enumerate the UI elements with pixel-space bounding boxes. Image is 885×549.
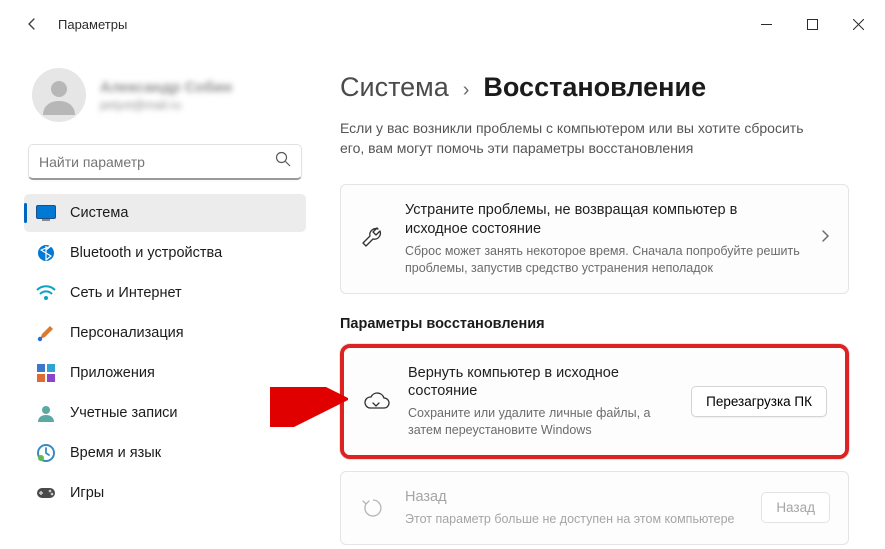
profile-email: petyot@mail.ru	[100, 98, 232, 112]
bluetooth-icon	[36, 243, 56, 263]
card-title: Устраните проблемы, не возвращая компьют…	[405, 201, 802, 239]
go-back-card: Назад Этот параметр больше не доступен н…	[340, 471, 849, 545]
person-icon	[36, 403, 56, 423]
sidebar-item-label: Bluetooth и устройства	[70, 245, 222, 261]
back-button[interactable]	[12, 4, 52, 44]
gamepad-icon	[36, 483, 56, 503]
close-button[interactable]	[835, 8, 881, 40]
maximize-button[interactable]	[789, 8, 835, 40]
chevron-right-icon: ›	[463, 79, 470, 102]
sidebar-item-apps[interactable]: Приложения	[24, 354, 306, 392]
sidebar-item-system[interactable]: Система	[24, 194, 306, 232]
minimize-button[interactable]	[743, 8, 789, 40]
card-title: Назад	[405, 488, 743, 507]
card-desc: Этот параметр больше не доступен на этом…	[405, 511, 743, 528]
section-title: Параметры восстановления	[340, 316, 849, 332]
sidebar-item-network[interactable]: Сеть и Интернет	[24, 274, 306, 312]
card-desc: Сохраните или удалите личные файлы, а за…	[408, 405, 673, 439]
sidebar: Александр Собин petyot@mail.ru Система B…	[0, 48, 318, 549]
avatar	[32, 68, 86, 122]
sidebar-item-gaming[interactable]: Игры	[24, 474, 306, 512]
sidebar-item-accounts[interactable]: Учетные записи	[24, 394, 306, 432]
troubleshoot-card[interactable]: Устраните проблемы, не возвращая компьют…	[340, 184, 849, 293]
search-input[interactable]	[39, 154, 275, 170]
go-back-button: Назад	[761, 492, 830, 523]
search-icon	[275, 151, 291, 172]
chevron-right-icon	[820, 229, 830, 248]
wifi-icon	[36, 283, 56, 303]
card-title: Вернуть компьютер в исходное состояние	[408, 364, 673, 402]
sidebar-item-label: Игры	[70, 485, 104, 501]
sidebar-item-label: Система	[70, 205, 128, 221]
history-back-icon	[359, 495, 387, 521]
sidebar-item-label: Сеть и Интернет	[70, 285, 182, 301]
sidebar-item-personalization[interactable]: Персонализация	[24, 314, 306, 352]
cloud-reset-icon	[362, 390, 390, 412]
search-box[interactable]	[28, 144, 302, 180]
reset-pc-button[interactable]: Перезагрузка ПК	[691, 386, 827, 417]
highlight-frame: Вернуть компьютер в исходное состояние С…	[340, 344, 849, 459]
breadcrumb: Система › Восстановление	[340, 72, 849, 103]
nav: Система Bluetooth и устройства Сеть и Ин…	[24, 194, 306, 512]
profile-name: Александр Собин	[100, 79, 232, 96]
breadcrumb-parent[interactable]: Система	[340, 72, 449, 103]
sidebar-item-label: Персонализация	[70, 325, 184, 341]
window-title: Параметры	[58, 17, 127, 32]
card-desc: Сброс может занять некоторое время. Снач…	[405, 243, 802, 277]
clock-icon	[36, 443, 56, 463]
sidebar-item-bluetooth[interactable]: Bluetooth и устройства	[24, 234, 306, 272]
reset-pc-card: Вернуть компьютер в исходное состояние С…	[344, 348, 845, 455]
sidebar-item-time[interactable]: Время и язык	[24, 434, 306, 472]
brush-icon	[36, 323, 56, 343]
sidebar-item-label: Приложения	[70, 365, 155, 381]
intro-text: Если у вас возникли проблемы с компьютер…	[340, 119, 820, 158]
profile-block[interactable]: Александр Собин petyot@mail.ru	[24, 60, 306, 140]
content: Система › Восстановление Если у вас возн…	[318, 48, 885, 549]
profile-text: Александр Собин petyot@mail.ru	[100, 79, 232, 112]
sidebar-item-label: Учетные записи	[70, 405, 178, 421]
titlebar: Параметры	[0, 0, 885, 48]
wrench-icon	[359, 226, 387, 252]
window-controls	[743, 8, 881, 40]
page-title: Восстановление	[483, 72, 706, 103]
system-icon	[36, 203, 56, 223]
sidebar-item-label: Время и язык	[70, 445, 161, 461]
apps-icon	[36, 363, 56, 383]
